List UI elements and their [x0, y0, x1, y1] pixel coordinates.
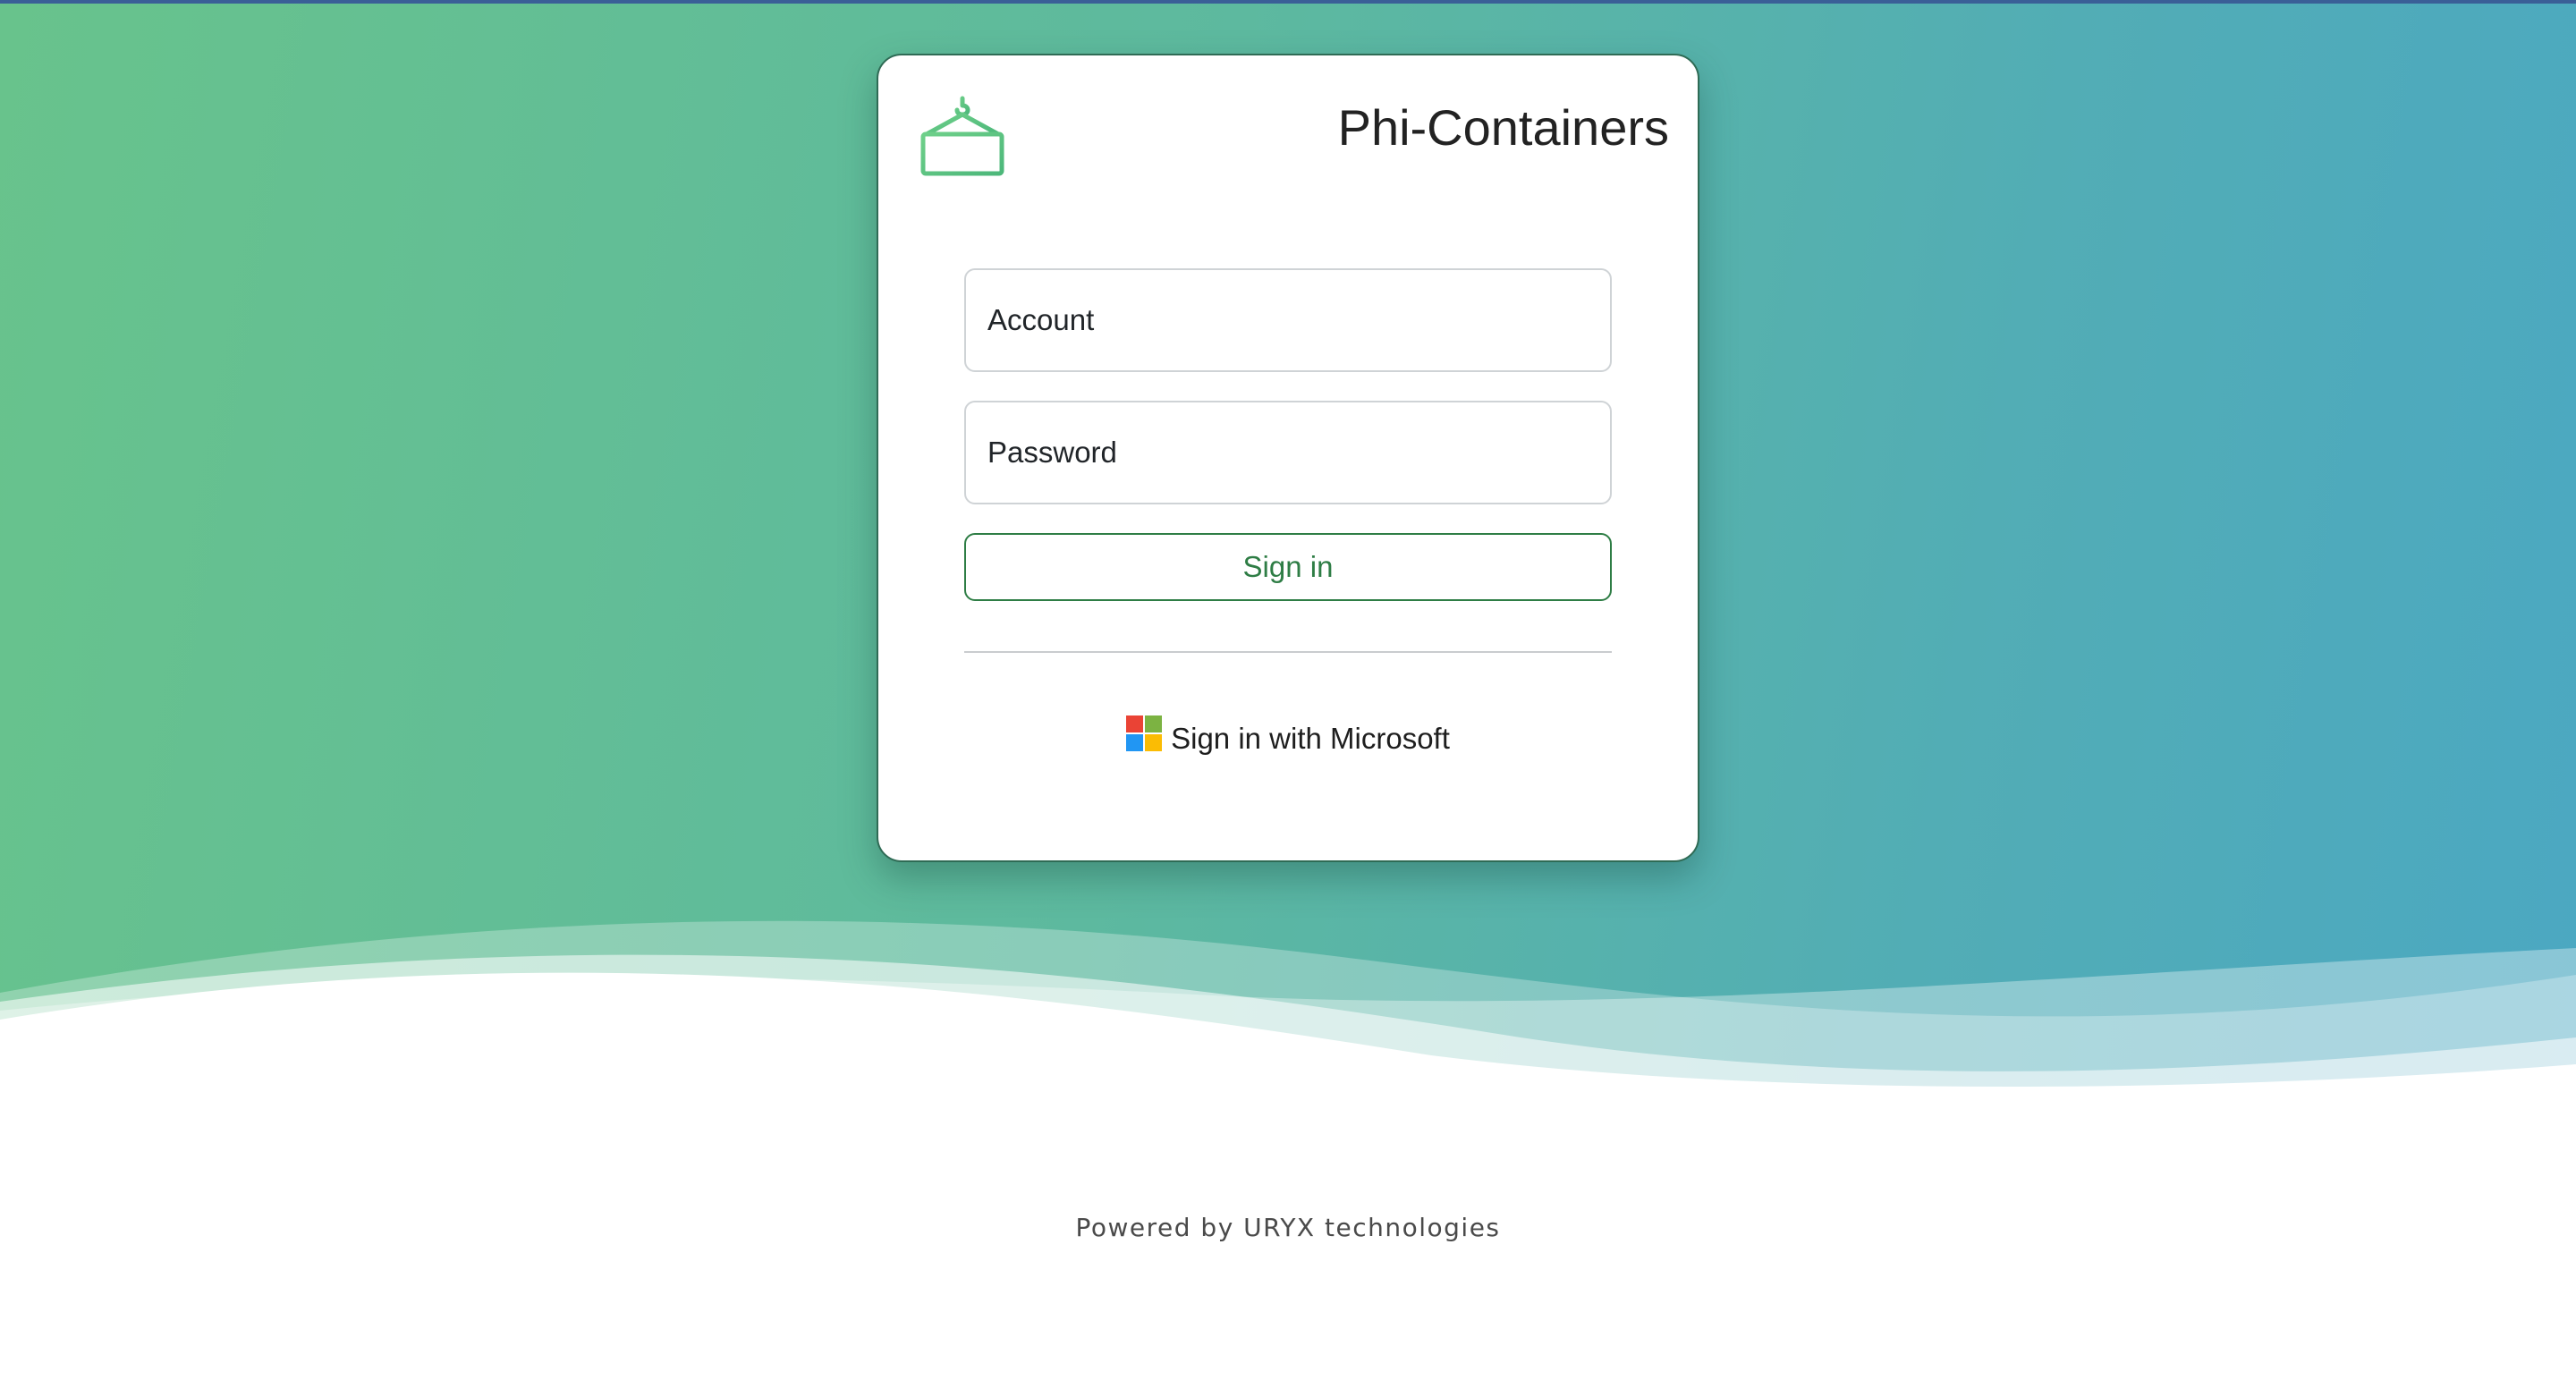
microsoft-logo-icon — [1126, 715, 1163, 751]
login-card: Phi-Containers Sign in Sign in with Micr… — [877, 54, 1699, 862]
microsoft-sign-in-button[interactable]: Sign in with Microsoft — [878, 712, 1698, 766]
app-title: Phi-Containers — [1337, 99, 1669, 156]
top-accent-line — [0, 0, 2576, 4]
divider — [964, 651, 1612, 653]
powered-by-footer: Powered by URYX technologies — [1075, 1213, 1501, 1242]
shipping-container-icon — [920, 96, 1004, 176]
microsoft-sign-in-label: Sign in with Microsoft — [1171, 722, 1450, 755]
sign-in-button[interactable]: Sign in — [964, 533, 1612, 601]
account-input[interactable] — [964, 268, 1612, 372]
password-input[interactable] — [964, 401, 1612, 504]
decorative-waves — [0, 920, 2576, 1145]
login-page: Phi-Containers Sign in Sign in with Micr… — [0, 0, 2576, 1397]
